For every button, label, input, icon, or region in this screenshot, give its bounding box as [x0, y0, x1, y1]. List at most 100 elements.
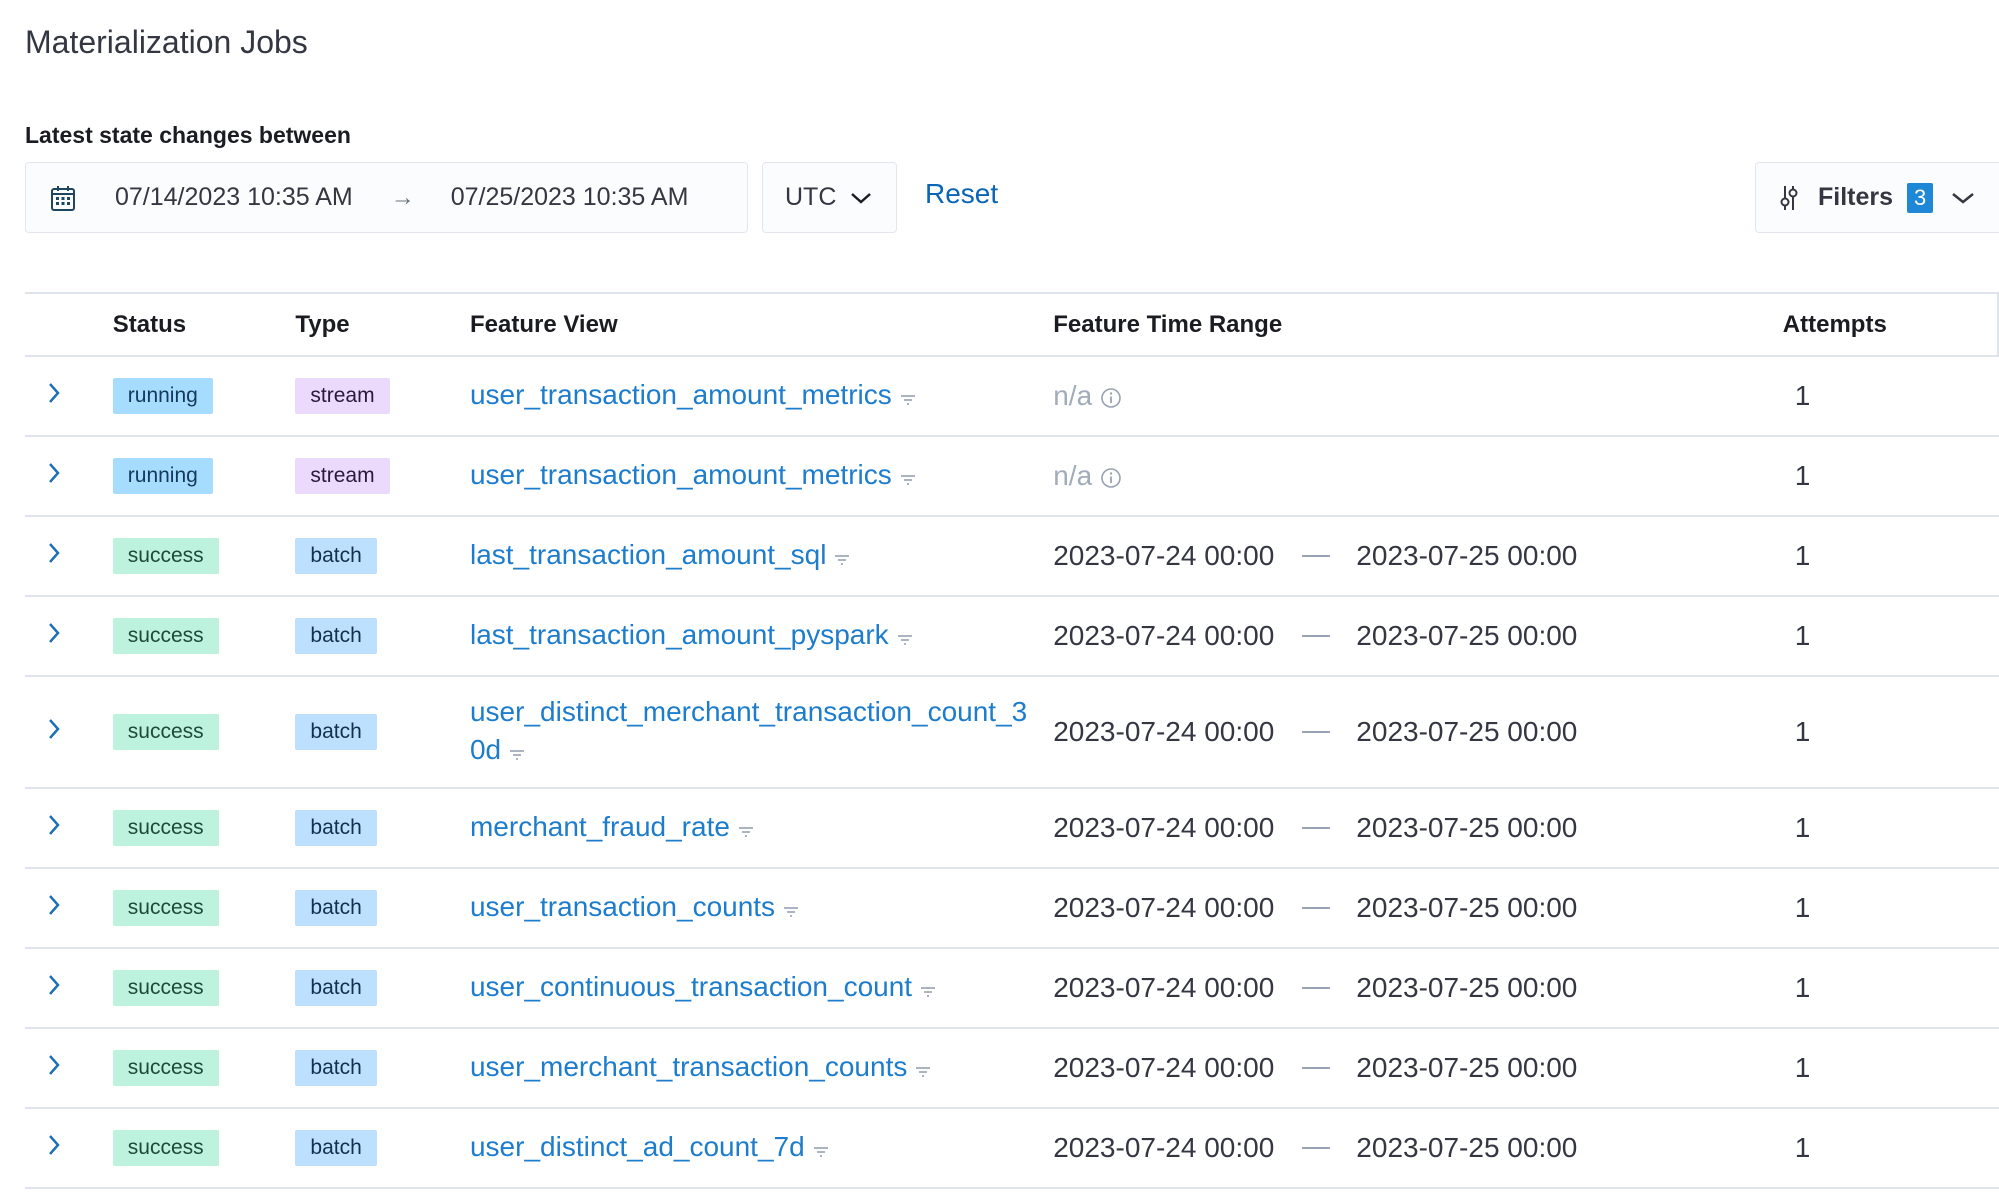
range-start: 2023-07-24 00:00: [1053, 1132, 1275, 1163]
status-badge: running: [112, 458, 213, 494]
table-row[interactable]: running stream user_transaction_amount_met…: [25, 436, 1999, 517]
column-header-feature-view[interactable]: Feature View: [469, 292, 1054, 357]
range-start: 2023-07-24 00:00: [1053, 1052, 1275, 1083]
chevron-right-icon[interactable]: [47, 814, 61, 843]
chevron-right-icon[interactable]: [47, 622, 61, 651]
column-header-attempts[interactable]: Attempts: [1782, 292, 1999, 357]
filters-button[interactable]: Filters 3: [1755, 162, 1999, 233]
type-badge: batch: [295, 810, 377, 846]
feature-view-link[interactable]: user_continuous_transaction_count: [470, 971, 936, 1002]
filter-icon[interactable]: [834, 538, 850, 576]
status-badge: success: [112, 1130, 219, 1166]
reset-button[interactable]: Reset: [925, 178, 998, 210]
range-separator: [1302, 635, 1331, 637]
attempts-value: 1: [1794, 620, 1811, 651]
column-header-type[interactable]: Type: [295, 292, 470, 357]
filter-icon[interactable]: [738, 810, 754, 848]
table-row[interactable]: success batch user_continuous_transaction_…: [25, 948, 1999, 1029]
feature-view-name[interactable]: user_distinct_ad_count_7d: [470, 1131, 805, 1162]
chevron-right-icon[interactable]: [47, 382, 61, 411]
feature-view-name[interactable]: user_transaction_amount_metrics: [470, 459, 892, 490]
type-badge: batch: [295, 970, 377, 1006]
chevron-right-icon[interactable]: [47, 718, 61, 747]
feature-view-name[interactable]: merchant_fraud_rate: [470, 811, 730, 842]
type-badge: stream: [295, 378, 390, 414]
feature-view-link[interactable]: last_transaction_amount_pyspark: [470, 619, 913, 650]
range-separator: [1302, 907, 1331, 909]
attempts-value: 1: [1794, 812, 1811, 843]
type-badge: batch: [295, 618, 377, 654]
feature-view-link[interactable]: user_merchant_transaction_counts: [470, 1051, 931, 1082]
type-badge: batch: [295, 1050, 377, 1086]
type-badge: stream: [295, 458, 390, 494]
feature-view-name[interactable]: user_transaction_counts: [470, 891, 775, 922]
table-row[interactable]: success batch user_merchant_transaction_co…: [25, 1028, 1999, 1109]
table-row[interactable]: success batch user_distinct_ad_count_7d 202…: [25, 1108, 1999, 1189]
feature-view-name[interactable]: last_transaction_amount_pyspark: [470, 619, 889, 650]
range-na: n/a: [1053, 380, 1093, 411]
arrow-right-icon: →: [390, 183, 415, 211]
feature-view-link[interactable]: user_distinct_merchant_transaction_count…: [470, 696, 1027, 765]
info-icon[interactable]: [1092, 380, 1122, 411]
timezone-value: UTC: [785, 183, 837, 211]
filter-icon[interactable]: [900, 378, 916, 416]
status-badge: success: [112, 970, 219, 1006]
filter-icon[interactable]: [813, 1130, 829, 1168]
chevron-down-icon: [851, 192, 872, 204]
filter-icon[interactable]: [897, 618, 913, 656]
range-separator: [1302, 731, 1331, 733]
date-range-picker[interactable]: 07/14/2023 10:35 AM → 07/25/2023 10:35 A…: [25, 162, 748, 233]
feature-view-name[interactable]: user_distinct_merchant_transaction_count…: [470, 696, 1027, 765]
status-badge: success: [112, 538, 219, 574]
attempts-value: 1: [1794, 892, 1811, 923]
feature-view-name[interactable]: user_continuous_transaction_count: [470, 971, 912, 1002]
feature-view-name[interactable]: last_transaction_amount_sql: [470, 539, 826, 570]
filter-icon[interactable]: [509, 733, 525, 771]
filter-icon[interactable]: [920, 970, 936, 1008]
feature-view-link[interactable]: merchant_fraud_rate: [470, 811, 754, 842]
feature-view-link[interactable]: user_distinct_ad_count_7d: [470, 1131, 829, 1162]
feature-view-name[interactable]: user_merchant_transaction_counts: [470, 1051, 907, 1082]
column-header-status[interactable]: Status: [112, 292, 296, 357]
chevron-down-icon: [1952, 192, 1975, 204]
end-date-input[interactable]: 07/25/2023 10:35 AM: [451, 183, 689, 212]
chevron-right-icon[interactable]: [47, 462, 61, 491]
chevron-right-icon[interactable]: [47, 974, 61, 1003]
table-row[interactable]: running stream user_transaction_amount_met…: [25, 356, 1999, 437]
table-row[interactable]: success batch user_distinct_merchant_trans…: [25, 676, 1999, 789]
column-header-feature-time-range[interactable]: Feature Time Range: [1053, 292, 1783, 357]
table-row[interactable]: success batch last_transaction_amount_pysp…: [25, 596, 1999, 677]
table-row[interactable]: success batch last_transaction_amount_sql 2…: [25, 516, 1999, 597]
attempts-value: 1: [1794, 972, 1811, 1003]
attempts-value: 1: [1794, 380, 1811, 411]
range-separator: [1302, 1147, 1331, 1149]
feature-view-link[interactable]: last_transaction_amount_sql: [470, 539, 850, 570]
range-end: 2023-07-25 00:00: [1356, 540, 1578, 571]
start-date-input[interactable]: 07/14/2023 10:35 AM: [115, 183, 353, 212]
table-row[interactable]: success batch user_transaction_counts 2023-…: [25, 868, 1999, 949]
chevron-right-icon[interactable]: [47, 542, 61, 571]
table-row[interactable]: success batch merchant_fraud_rate 2023-07-2…: [25, 788, 1999, 869]
chevron-right-icon[interactable]: [47, 1054, 61, 1083]
filter-icon[interactable]: [783, 890, 799, 928]
chevron-right-icon[interactable]: [47, 894, 61, 923]
chevron-right-icon[interactable]: [47, 1134, 61, 1163]
feature-view-link[interactable]: user_transaction_amount_metrics: [470, 379, 916, 410]
filter-icon[interactable]: [900, 458, 916, 496]
filters-count-badge: 3: [1907, 182, 1934, 213]
feature-view-link[interactable]: user_transaction_counts: [470, 891, 799, 922]
attempts-value: 1: [1794, 716, 1811, 747]
attempts-value: 1: [1794, 1132, 1811, 1163]
status-badge: success: [112, 810, 219, 846]
status-badge: success: [112, 618, 219, 654]
attempts-value: 1: [1794, 1052, 1811, 1083]
feature-view-link[interactable]: user_transaction_amount_metrics: [470, 459, 916, 490]
feature-view-name[interactable]: user_transaction_amount_metrics: [470, 379, 892, 410]
filters-label: Filters: [1818, 183, 1894, 211]
filter-icon[interactable]: [915, 1050, 931, 1088]
calendar-icon: [51, 185, 75, 211]
attempts-value: 1: [1794, 540, 1811, 571]
info-icon[interactable]: [1092, 460, 1122, 491]
range-separator: [1302, 827, 1331, 829]
timezone-select[interactable]: UTC: [762, 162, 897, 233]
